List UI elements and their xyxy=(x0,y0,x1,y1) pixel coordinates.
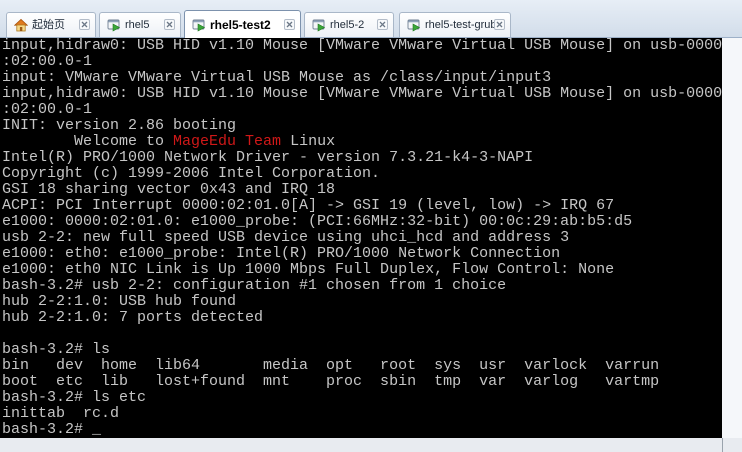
tab-rhel5-test2[interactable]: rhel5-test2 xyxy=(184,10,301,38)
terminal-line: GSI 18 sharing vector 0x43 and IRQ 18 xyxy=(2,182,336,198)
close-icon xyxy=(286,21,293,28)
close-tab-button[interactable] xyxy=(377,19,388,30)
tab-label: rhel5-test-grub xyxy=(425,19,497,31)
tab-label: rhel5 xyxy=(125,19,150,31)
text-cursor: _ xyxy=(92,422,102,438)
welcome-text: Welcome to xyxy=(2,134,174,150)
close-tab-button[interactable] xyxy=(164,19,175,30)
vm-icon xyxy=(312,18,326,32)
terminal-line: hub 2-2:1.0: USB hub found xyxy=(2,294,237,310)
terminal-line: input,hidraw0: USB HID v1.10 Mouse [VMwa… xyxy=(2,86,722,102)
tab-label: rhel5-2 xyxy=(330,19,365,31)
vm-console-screen[interactable]: input,hidraw0: USB HID v1.10 Mouse [VMwa… xyxy=(0,38,722,438)
terminal-line: ACPI: PCI Interrupt 0000:02:01.0[A] -> G… xyxy=(2,198,615,214)
tab-rhel5-2[interactable]: rhel5-2 xyxy=(304,12,394,37)
close-icon xyxy=(379,21,386,28)
vm-tab-bar: 起始页 rhel5 rhel5-test2 rhel5-2 rhel5-test… xyxy=(0,0,742,38)
vm-icon xyxy=(192,18,206,32)
terminal-line: Intel(R) PRO/1000 Network Driver - versi… xyxy=(2,150,534,166)
close-icon xyxy=(166,21,173,28)
terminal-line: e1000: 0000:02:01.0: e1000_probe: (PCI:6… xyxy=(2,214,633,230)
terminal-line: Copyright (c) 1999-2006 Intel Corporatio… xyxy=(2,166,381,182)
close-tab-button[interactable] xyxy=(284,19,295,30)
terminal-line: bash-3.2# ls etc xyxy=(2,390,147,406)
tab-label: rhel5-test2 xyxy=(210,18,271,32)
welcome-suffix-text: Linux xyxy=(281,134,336,150)
terminal-line: bash-3.2# usb 2-2: configuration #1 chos… xyxy=(2,278,507,294)
tab-rhel5[interactable]: rhel5 xyxy=(99,12,181,37)
console-right-margin xyxy=(722,38,742,438)
terminal-line: input: VMware VMware Virtual USB Mouse a… xyxy=(2,70,552,86)
vm-icon xyxy=(407,18,421,32)
terminal-line: bin dev home lib64 media opt root sys us… xyxy=(2,358,660,374)
terminal-line-welcome: Welcome to MageEdu Team Linux xyxy=(0,134,722,150)
close-icon xyxy=(81,21,88,28)
vm-icon xyxy=(107,18,121,32)
terminal-line: bash-3.2# ls xyxy=(2,342,111,358)
terminal-line: :02:00.0-1 xyxy=(2,102,93,118)
console-bottom-bar xyxy=(0,438,742,452)
tab-rhel5-test-grub[interactable]: rhel5-test-grub xyxy=(399,12,511,37)
tab-home[interactable]: 起始页 xyxy=(6,12,96,37)
terminal-line: :02:00.0-1 xyxy=(2,54,93,70)
shell-prompt: bash-3.2# xyxy=(2,422,93,438)
bottom-divider xyxy=(722,438,723,452)
close-tab-button[interactable] xyxy=(79,19,90,30)
terminal-line: inittab rc.d xyxy=(2,406,120,422)
close-icon xyxy=(496,21,503,28)
tab-label: 起始页 xyxy=(32,19,65,31)
terminal-line: e1000: eth0: e1000_probe: Intel(R) PRO/1… xyxy=(2,246,561,262)
close-tab-button[interactable] xyxy=(494,19,505,30)
terminal-line: boot etc lib lost+found mnt proc sbin tm… xyxy=(2,374,660,390)
terminal-line: e1000: eth0 NIC Link is Up 1000 Mbps Ful… xyxy=(2,262,615,278)
terminal-prompt-line: bash-3.2# _ xyxy=(0,422,722,438)
home-icon xyxy=(14,18,28,32)
terminal-line: input,hidraw0: USB HID v1.10 Mouse [VMwa… xyxy=(2,38,722,54)
welcome-brand-text: MageEdu Team xyxy=(173,134,282,150)
terminal-line: usb 2-2: new full speed USB device using… xyxy=(2,230,570,246)
terminal-line: INIT: version 2.86 booting xyxy=(2,118,237,134)
terminal-line: hub 2-2:1.0: 7 ports detected xyxy=(2,310,264,326)
